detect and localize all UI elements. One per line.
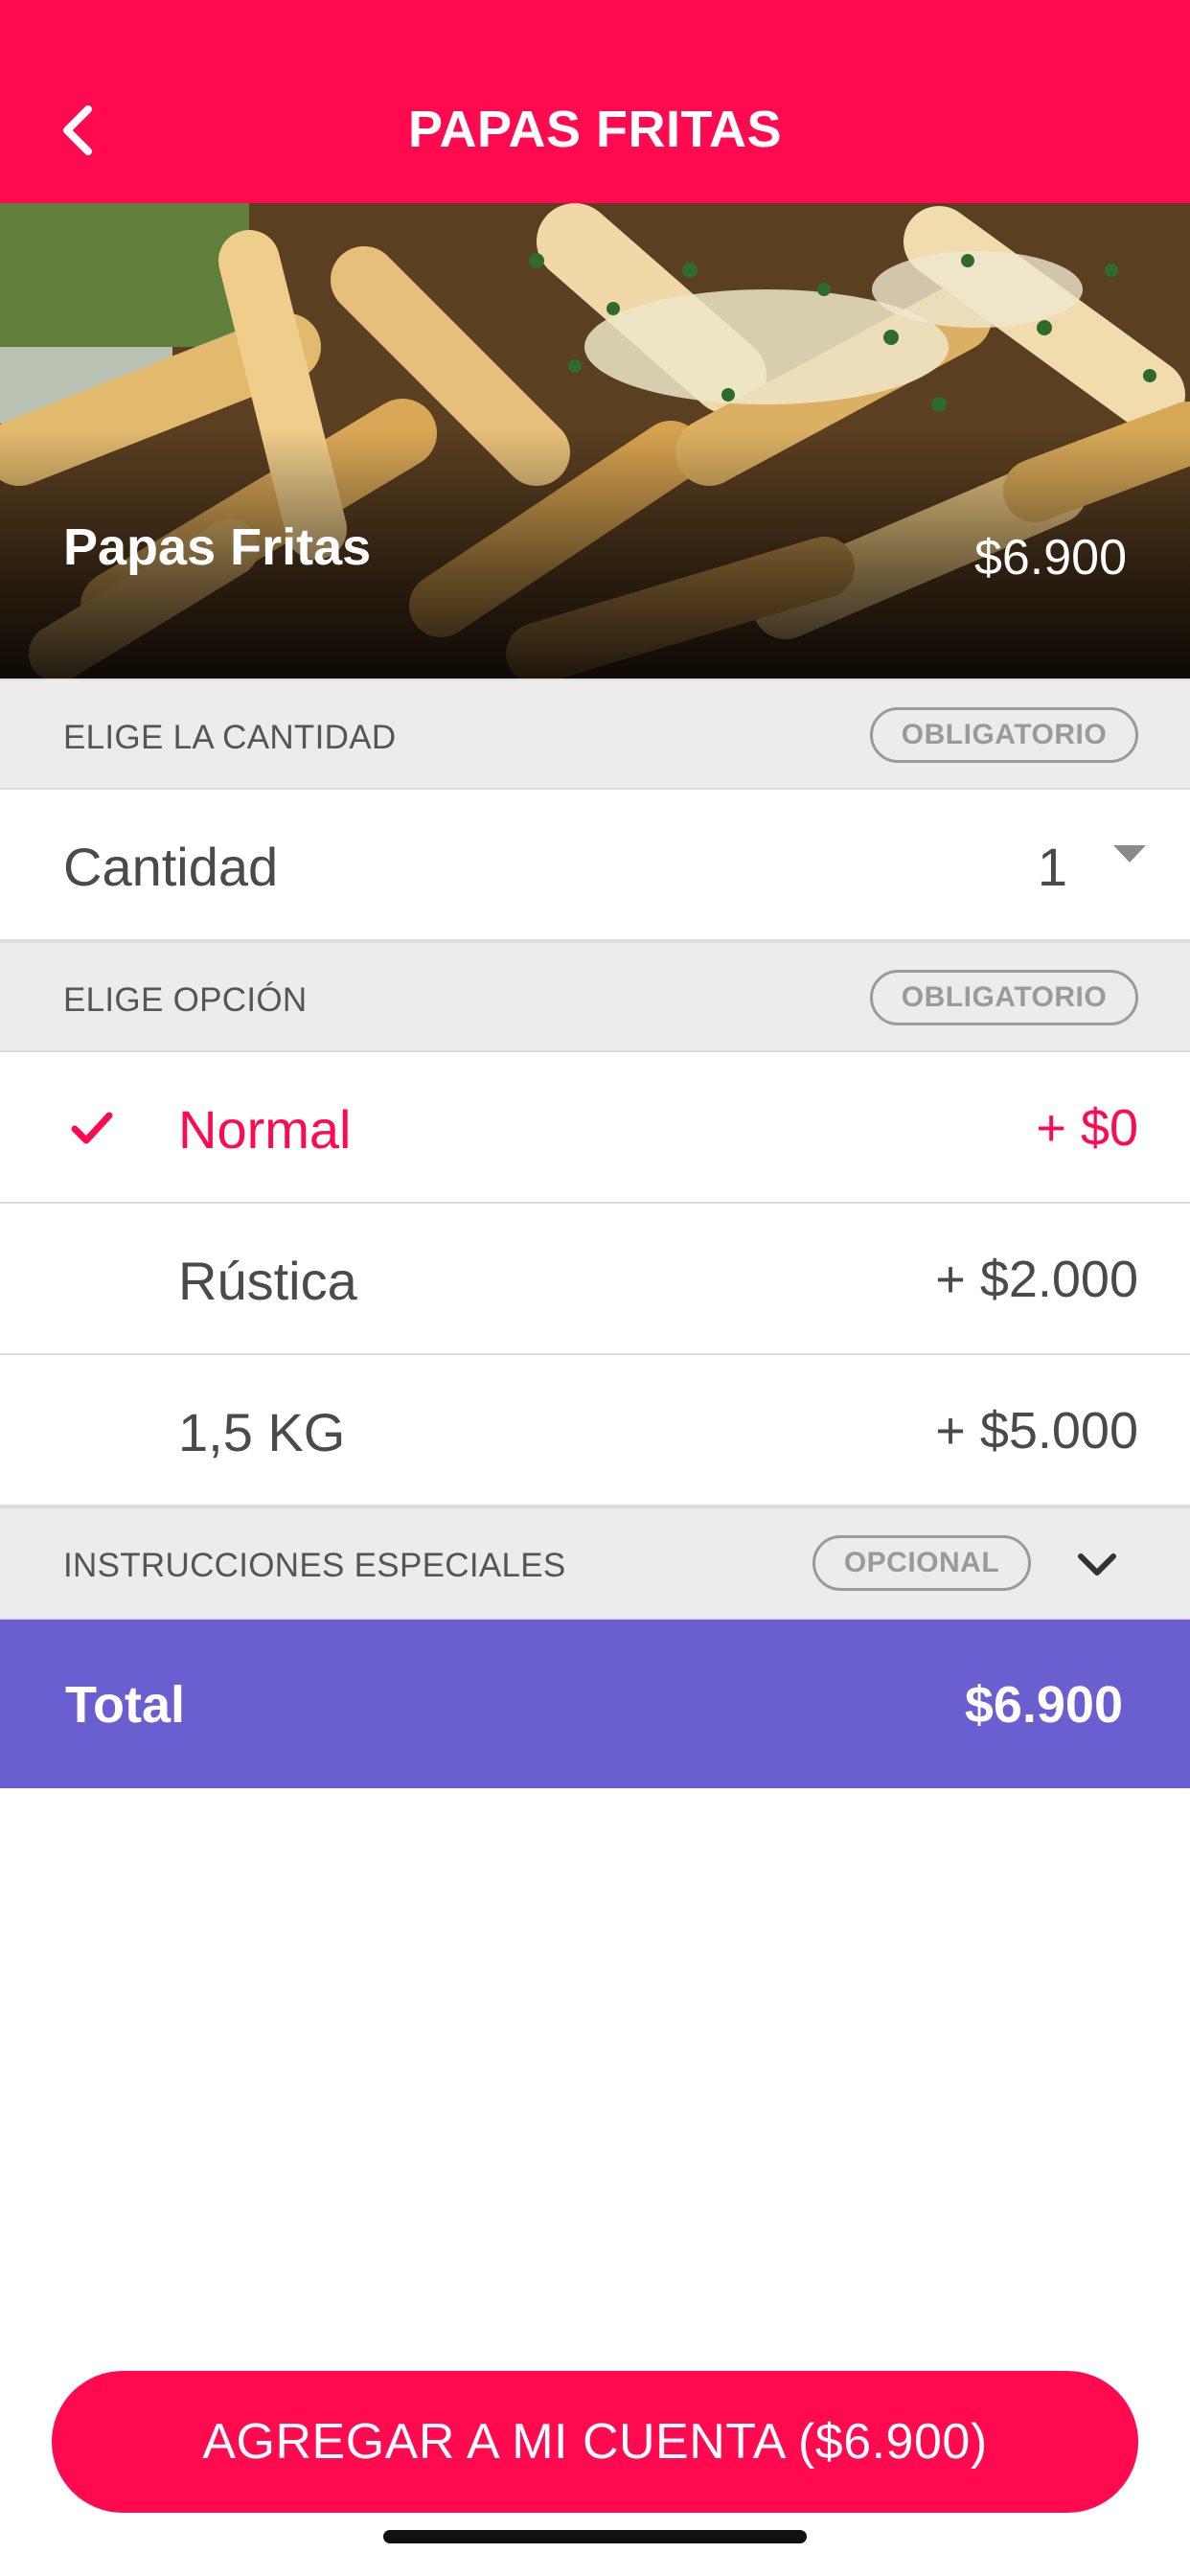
chevron-down-icon — [1078, 1553, 1116, 1576]
section-label: ELIGE OPCIÓN — [63, 981, 308, 1019]
option-section-header: ELIGE OPCIÓN OBLIGATORIO — [0, 941, 1190, 1052]
section-label: ELIGE LA CANTIDAD — [63, 719, 397, 756]
special-instructions-header[interactable]: INSTRUCCIONES ESPECIALES OPCIONAL — [0, 1506, 1190, 1620]
required-badge: OBLIGATORIO — [870, 707, 1138, 763]
required-badge: OBLIGATORIO — [870, 970, 1138, 1025]
checkmark-icon — [71, 1112, 113, 1144]
home-indicator — [383, 2530, 807, 2543]
option-price: + $2.000 — [935, 1251, 1138, 1308]
quantity-label: Cantidad — [63, 837, 279, 897]
option-label: 1,5 KG — [178, 1402, 346, 1462]
quantity-section-header: ELIGE LA CANTIDAD OBLIGATORIO — [0, 678, 1190, 790]
add-to-account-button[interactable]: AGREGAR A MI CUENTA ($6.900) — [52, 2371, 1138, 2513]
quantity-selector[interactable]: Cantidad 1 — [0, 790, 1190, 941]
option-price: + $5.000 — [935, 1402, 1138, 1460]
caret-down-icon — [1113, 845, 1146, 862]
product-name: Papas Fritas — [63, 518, 372, 576]
quantity-value[interactable]: 1 — [1038, 836, 1067, 898]
optional-badge: OPCIONAL — [812, 1535, 1031, 1591]
top-nav-bar: PAPAS FRITAS — [0, 0, 1190, 203]
option-price: + $0 — [1036, 1099, 1138, 1157]
total-label: Total — [65, 1676, 185, 1734]
option-label: Normal — [178, 1099, 352, 1160]
product-hero: Papas Fritas $6.900 — [0, 203, 1190, 678]
total-bar: Total $6.900 — [0, 1620, 1190, 1788]
total-value: $6.900 — [964, 1676, 1123, 1734]
product-price: $6.900 — [973, 530, 1127, 586]
option-row-1-5-kg[interactable]: 1,5 KG + $5.000 — [0, 1355, 1190, 1506]
page-title: PAPAS FRITAS — [407, 101, 782, 158]
option-row-rustica[interactable]: Rústica + $2.000 — [0, 1204, 1190, 1355]
section-label: INSTRUCCIONES ESPECIALES — [63, 1547, 566, 1584]
option-label: Rústica — [178, 1251, 357, 1311]
option-row-normal[interactable]: Normal + $0 — [0, 1052, 1190, 1204]
